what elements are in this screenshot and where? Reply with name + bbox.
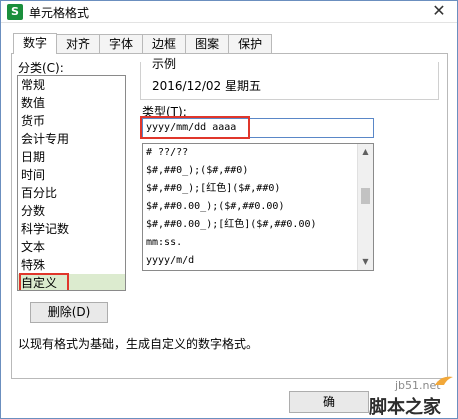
category-item-fraction[interactable]: 分数 (18, 202, 125, 220)
scroll-thumb[interactable] (361, 188, 370, 204)
delete-button[interactable]: 删除(D) (30, 302, 108, 323)
tab-pattern[interactable]: 图案 (185, 34, 230, 54)
ok-button[interactable]: 确 (289, 391, 369, 413)
watermark-logo-icon (435, 376, 453, 385)
format-code-list[interactable]: # ??/?? $#,##0_);($#,##0) $#,##0_);[红色](… (142, 143, 374, 271)
title-bar: S 单元格格式 ✕ (1, 1, 457, 23)
tab-protection[interactable]: 保护 (228, 34, 273, 54)
category-item-number[interactable]: 数值 (18, 94, 125, 112)
format-list-scrollbar[interactable]: ▲ ▼ (357, 144, 373, 270)
format-cells-dialog: S 单元格格式 ✕ 数字 对齐 字体 边框 图案 保护 分类(C): 常规 数值… (0, 0, 458, 419)
format-code-item[interactable]: $#,##0.00_);($#,##0.00) (143, 198, 373, 216)
format-code-item[interactable]: $#,##0_);($#,##0) (143, 162, 373, 180)
category-label: 分类(C): (18, 61, 64, 75)
category-item-currency[interactable]: 货币 (18, 112, 125, 130)
close-icon[interactable]: ✕ (427, 1, 451, 21)
number-tab-panel: 分类(C): 常规 数值 货币 会计专用 日期 时间 百分比 分数 科学记数 文… (11, 53, 448, 379)
tab-alignment[interactable]: 对齐 (56, 34, 101, 54)
type-input[interactable]: yyyy/mm/dd aaaa (142, 118, 374, 138)
category-item-text[interactable]: 文本 (18, 238, 125, 256)
category-item-percentage[interactable]: 百分比 (18, 184, 125, 202)
category-item-general[interactable]: 常规 (18, 76, 125, 94)
category-item-date[interactable]: 日期 (18, 148, 125, 166)
sample-label: 示例 (150, 55, 179, 72)
scroll-down-icon[interactable]: ▼ (358, 254, 373, 270)
category-item-special[interactable]: 特殊 (18, 256, 125, 274)
format-code-item[interactable]: $#,##0.00_);[红色]($#,##0.00) (143, 216, 373, 234)
watermark-name: 脚本之家 (369, 397, 441, 418)
category-item-time[interactable]: 时间 (18, 166, 125, 184)
custom-highlight-box (19, 273, 69, 290)
format-code-item[interactable]: mm:ss. (143, 234, 373, 252)
format-code-item[interactable]: # ??/?? (143, 144, 373, 162)
scroll-up-icon[interactable]: ▲ (358, 144, 373, 160)
tab-font[interactable]: 字体 (99, 34, 144, 54)
tab-number[interactable]: 数字 (13, 33, 58, 54)
sample-value: 2016/12/02 星期五 (152, 79, 261, 93)
format-code-item[interactable]: $#,##0_);[红色]($#,##0) (143, 180, 373, 198)
dialog-title: 单元格格式 (29, 6, 90, 20)
description-text: 以现有格式为基础，生成自定义的数字格式。 (18, 337, 259, 351)
category-item-accounting[interactable]: 会计专用 (18, 130, 125, 148)
app-icon: S (7, 4, 23, 20)
tab-border[interactable]: 边框 (142, 34, 187, 54)
category-item-scientific[interactable]: 科学记数 (18, 220, 125, 238)
format-code-item[interactable]: yyyy/m/d (143, 252, 373, 270)
category-list[interactable]: 常规 数值 货币 会计专用 日期 时间 百分比 分数 科学记数 文本 特殊 自定… (17, 75, 126, 291)
tab-strip: 数字 对齐 字体 边框 图案 保护 (13, 33, 273, 54)
